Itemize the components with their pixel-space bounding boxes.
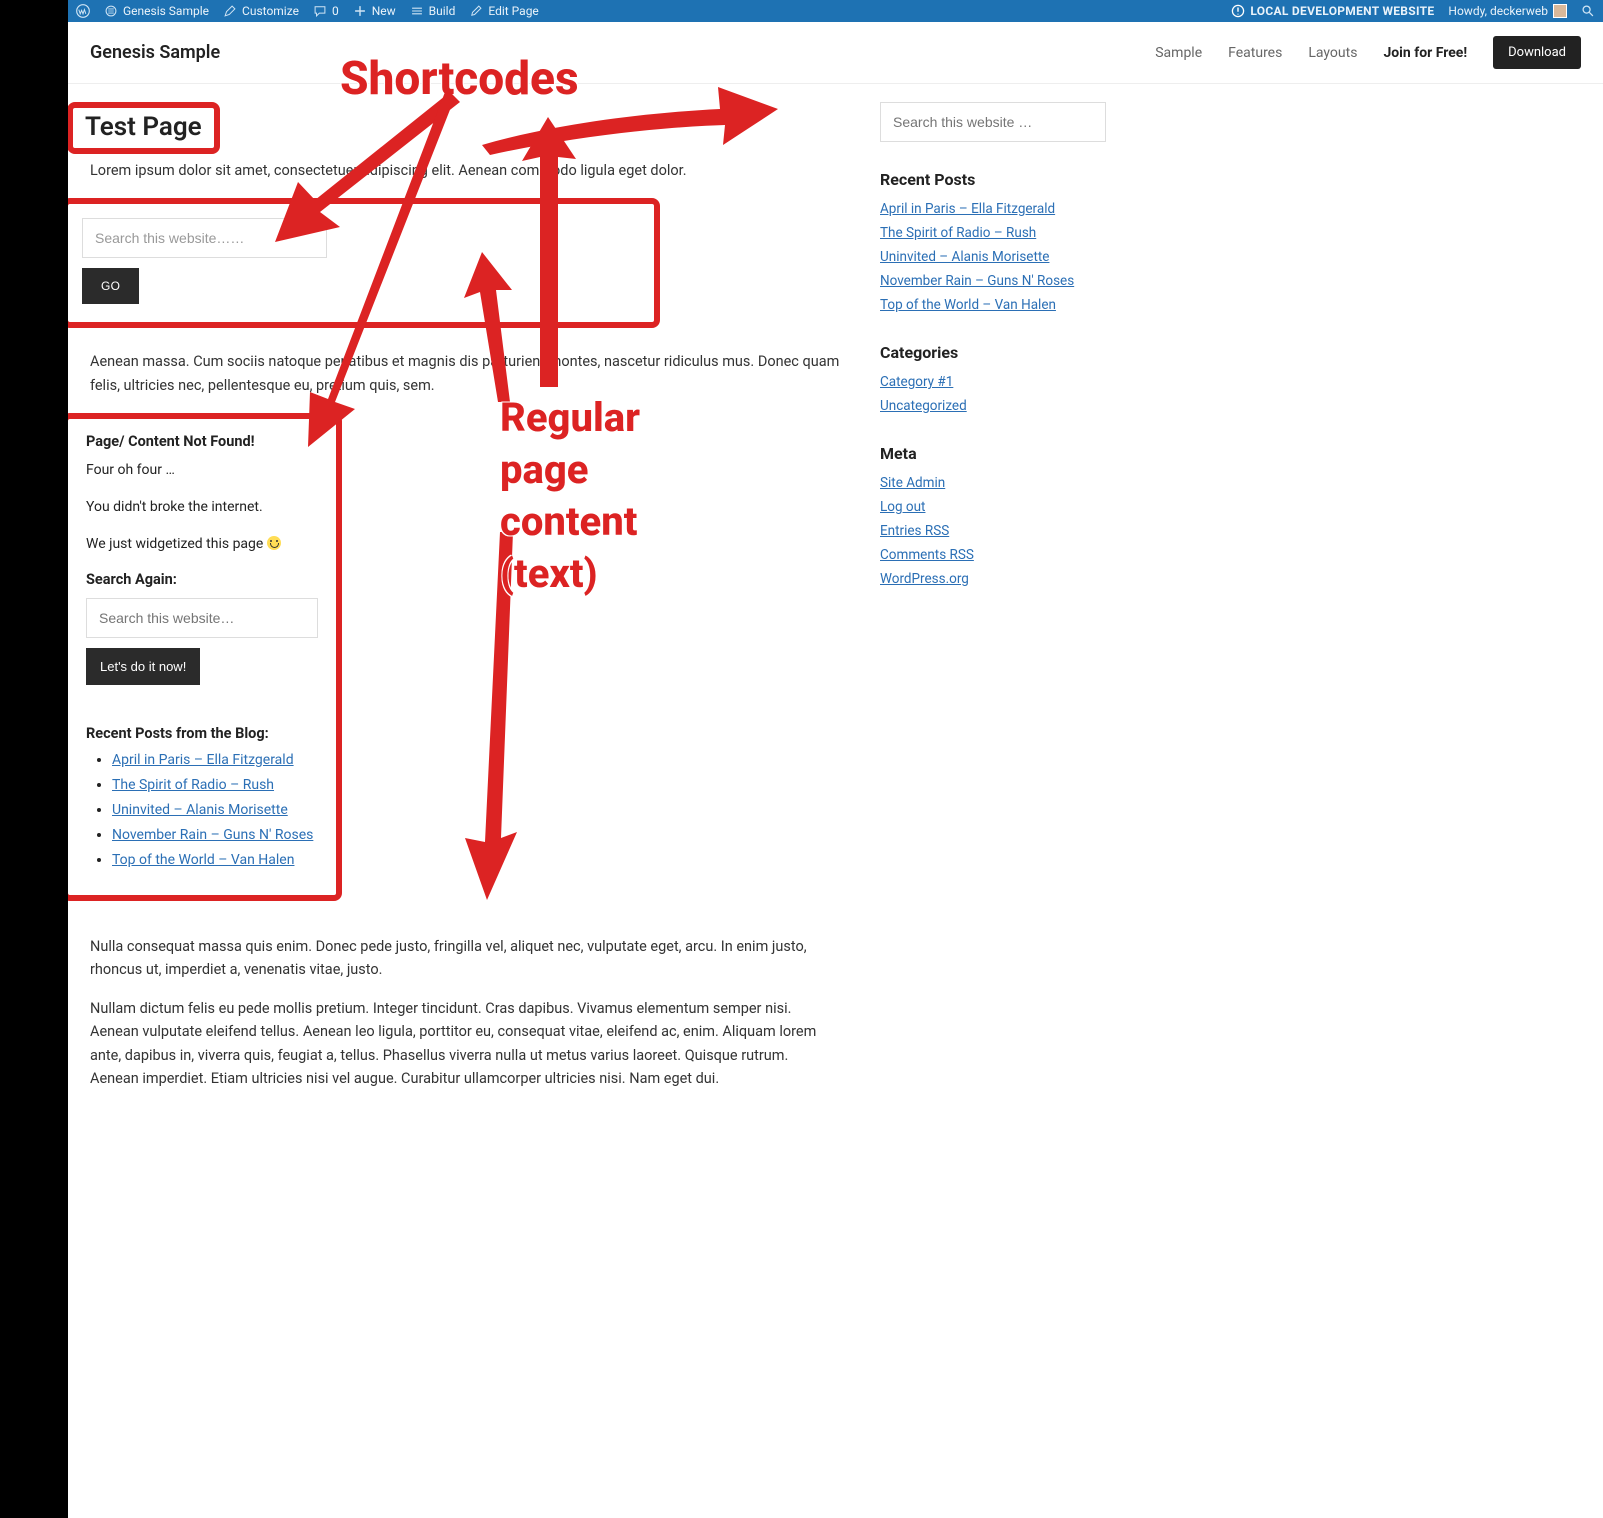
- search-input[interactable]: [82, 218, 327, 258]
- widget-search-input[interactable]: [86, 598, 318, 638]
- list-item[interactable]: The Spirit of Radio – Rush: [880, 225, 1036, 241]
- annotation-regular: Regular page content (text): [500, 392, 700, 600]
- sidebar-recent-heading: Recent Posts: [880, 170, 1106, 189]
- paragraph-2: Aenean massa. Cum sociis natoque penatib…: [90, 350, 840, 396]
- site-name-link[interactable]: Genesis Sample: [104, 4, 209, 18]
- list-item[interactable]: Uncategorized: [880, 398, 967, 414]
- new-link[interactable]: New: [353, 4, 396, 18]
- list-item[interactable]: The Spirit of Radio – Rush: [112, 777, 274, 793]
- sidebar-categories-list: Category #1 Uncategorized: [880, 374, 1106, 414]
- page-title: Test Page: [85, 112, 202, 142]
- list-item[interactable]: Entries RSS: [880, 523, 949, 539]
- list-item[interactable]: Uninvited – Alanis Morisette: [112, 802, 288, 818]
- go-button[interactable]: GO: [82, 268, 139, 304]
- list-item[interactable]: Category #1: [880, 374, 953, 390]
- widget-404-heading: Page/ Content Not Found!: [86, 433, 318, 450]
- widget-search-heading: Search Again:: [86, 571, 318, 588]
- wp-admin-bar: Genesis Sample Customize 0 New Build Edi…: [68, 0, 1603, 22]
- paragraph-4: Nullam dictum felis eu pede mollis preti…: [90, 997, 840, 1090]
- widget-p3: We just widgetized this page: [86, 534, 318, 555]
- sidebar-categories-heading: Categories: [880, 343, 1106, 362]
- edit-page-link[interactable]: Edit Page: [469, 4, 538, 18]
- shortcode-widget-block: Page/ Content Not Found! Four oh four … …: [62, 413, 342, 901]
- nav-sample[interactable]: Sample: [1155, 45, 1202, 61]
- primary-nav: Sample Features Layouts Join for Free! D…: [1155, 36, 1581, 69]
- widget-p2: You didn't broke the internet.: [86, 497, 318, 518]
- do-it-button[interactable]: Let's do it now!: [86, 648, 200, 685]
- nav-join[interactable]: Join for Free!: [1383, 45, 1467, 61]
- widget-recent-heading: Recent Posts from the Blog:: [86, 725, 318, 742]
- list-item[interactable]: Comments RSS: [880, 547, 974, 563]
- list-item[interactable]: April in Paris – Ella Fitzgerald: [880, 201, 1055, 217]
- list-item[interactable]: November Rain – Guns N' Roses: [880, 273, 1074, 289]
- local-dev-notice: LOCAL DEVELOPMENT WEBSITE: [1231, 4, 1434, 18]
- search-icon[interactable]: [1581, 4, 1595, 18]
- widget-p1: Four oh four …: [86, 460, 318, 481]
- list-item[interactable]: Uninvited – Alanis Morisette: [880, 249, 1049, 265]
- customize-link[interactable]: Customize: [223, 4, 299, 18]
- build-link[interactable]: Build: [410, 4, 456, 18]
- paragraph-3: Nulla consequat massa quis enim. Donec p…: [90, 935, 840, 981]
- intro-paragraph: Lorem ipsum dolor sit amet, consectetuer…: [90, 160, 840, 182]
- site-header: Genesis Sample Sample Features Layouts J…: [68, 22, 1603, 84]
- widget-recent-list: April in Paris – Ella Fitzgerald The Spi…: [86, 752, 318, 868]
- left-black-strip: [0, 0, 68, 1518]
- page-title-box: Test Page: [67, 102, 220, 154]
- list-item[interactable]: Top of the World – Van Halen: [112, 852, 294, 868]
- download-button[interactable]: Download: [1493, 36, 1581, 69]
- sidebar-meta-heading: Meta: [880, 444, 1106, 463]
- smile-icon: [267, 536, 281, 550]
- list-item[interactable]: WordPress.org: [880, 571, 969, 587]
- list-item[interactable]: November Rain – Guns N' Roses: [112, 827, 313, 843]
- sidebar-recent-list: April in Paris – Ella Fitzgerald The Spi…: [880, 201, 1106, 313]
- main-content: Shortcodes Regular page content (text) T…: [90, 102, 840, 1106]
- site-title[interactable]: Genesis Sample: [90, 42, 220, 63]
- sidebar-search-input[interactable]: [880, 102, 1106, 142]
- sidebar: Recent Posts April in Paris – Ella Fitzg…: [880, 102, 1106, 1106]
- list-item[interactable]: April in Paris – Ella Fitzgerald: [112, 752, 294, 768]
- shortcode-search-block: GO: [62, 198, 660, 328]
- list-item[interactable]: Site Admin: [880, 475, 945, 491]
- list-item[interactable]: Log out: [880, 499, 925, 515]
- nav-features[interactable]: Features: [1228, 45, 1282, 61]
- howdy-user[interactable]: Howdy, deckerweb: [1448, 4, 1567, 18]
- nav-layouts[interactable]: Layouts: [1308, 45, 1357, 61]
- list-item[interactable]: Top of the World – Van Halen: [880, 297, 1056, 313]
- avatar: [1553, 4, 1567, 18]
- wp-logo-icon[interactable]: [76, 4, 90, 18]
- comments-link[interactable]: 0: [313, 4, 339, 18]
- sidebar-meta-list: Site Admin Log out Entries RSS Comments …: [880, 475, 1106, 587]
